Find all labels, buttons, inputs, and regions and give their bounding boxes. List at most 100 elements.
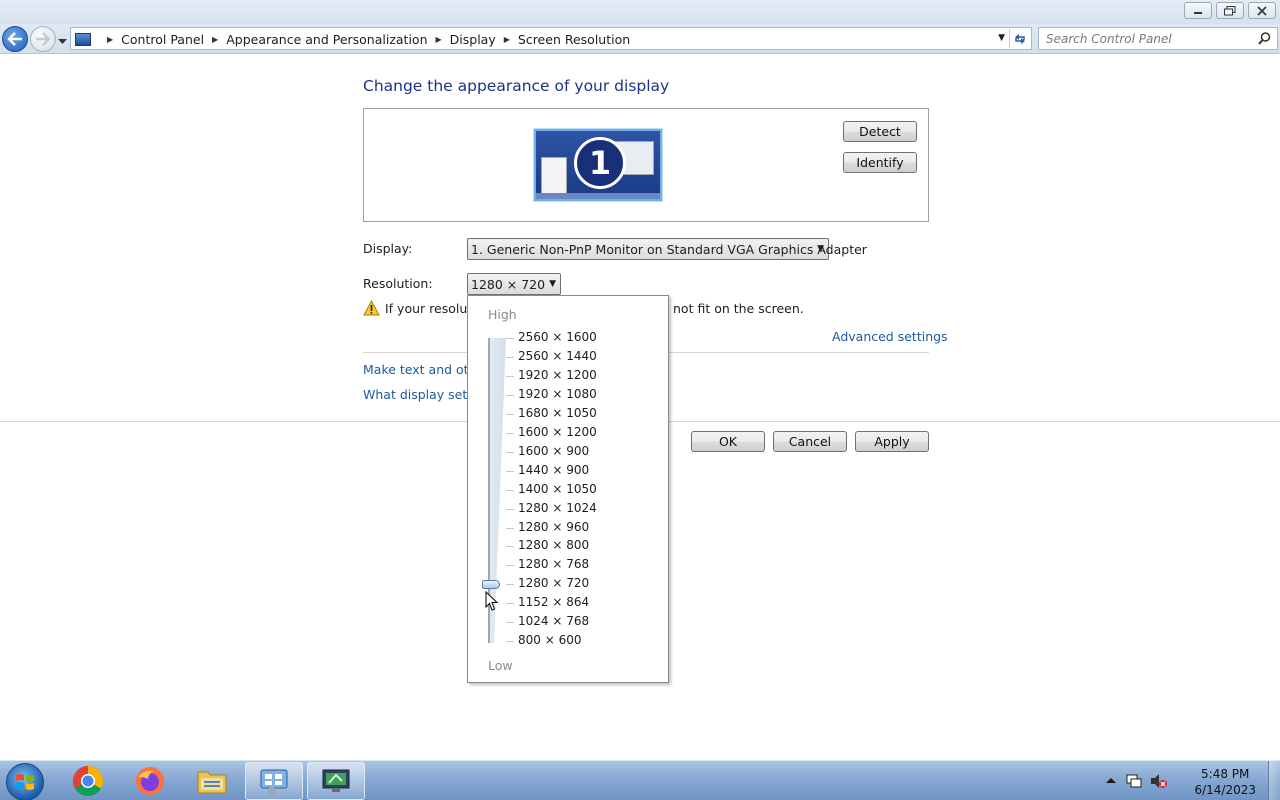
slider-tick [506,413,514,415]
monitor-number-badge: 1 [574,137,626,189]
slider-tick [506,338,514,339]
refresh-button[interactable] [1009,29,1029,48]
address-dropdown-icon[interactable]: ▼ [998,33,1005,43]
resolution-dropdown: High 2560 × 1600 2560 × 1440 1920 × 1200 19… [467,295,669,683]
detect-button[interactable]: Detect [843,121,917,142]
resolution-option[interactable]: 1680 × 1050 [518,406,597,420]
slider-tick [506,375,514,377]
window-title-bar [0,0,1280,24]
breadcrumb-separator-icon[interactable]: ▶ [212,35,218,44]
navigation-bar: ▶ Control Panel ▶ Appearance and Persona… [0,24,1280,54]
chrome-icon [72,766,104,797]
file-explorer-icon [197,771,227,794]
resolution-option[interactable]: 1920 × 1200 [518,368,597,382]
monitor-1-preview[interactable]: 1 [534,129,662,201]
control-panel-icon [75,32,91,46]
mouse-cursor-icon [485,591,499,611]
address-bar[interactable]: ▶ Control Panel ▶ Appearance and Persona… [70,27,1032,50]
resolution-option[interactable]: 1280 × 800 [518,538,589,552]
refresh-icon [1014,33,1025,44]
taskbar-clock[interactable]: 5:48 PM 6/14/2023 [1194,766,1256,798]
back-button[interactable] [2,26,28,52]
network-icon[interactable] [1126,773,1142,789]
breadcrumb-separator-icon[interactable]: ▶ [436,35,442,44]
advanced-settings-link[interactable]: Advanced settings [832,329,948,344]
breadcrumb: ▶ Control Panel ▶ Appearance and Persona… [75,31,630,47]
apply-button[interactable]: Apply [855,431,929,452]
resolution-option[interactable]: 1440 × 900 [518,463,589,477]
resolution-option[interactable]: 1600 × 900 [518,444,589,458]
window-controls [1184,2,1276,19]
breadcrumb-control-panel[interactable]: Control Panel [121,32,204,47]
clock-date: 6/14/2023 [1194,783,1256,797]
resolution-option[interactable]: 1280 × 720 [518,576,589,590]
show-hidden-icons-icon[interactable] [1106,777,1116,784]
close-button[interactable] [1248,2,1276,19]
display-settings-icon [322,769,350,792]
resolution-option[interactable]: 2560 × 1600 [518,330,597,344]
resolution-option[interactable]: 1024 × 768 [518,614,589,628]
resolution-option[interactable]: 1920 × 1080 [518,387,597,401]
resolution-option[interactable]: 1400 × 1050 [518,482,597,496]
breadcrumb-separator-icon[interactable]: ▶ [504,35,510,44]
cancel-button[interactable]: Cancel [773,431,847,452]
taskbar-file-explorer[interactable] [183,762,241,800]
slider-tick [506,451,514,453]
resolution-option[interactable]: 1280 × 768 [518,557,589,571]
resolution-option[interactable]: 800 × 600 [518,633,582,647]
breadcrumb-display[interactable]: Display [450,32,496,47]
search-icon[interactable] [1258,32,1271,45]
high-label: High [488,307,517,322]
search-box[interactable]: Search Control Panel [1038,27,1278,50]
warning-text-end: not fit on the screen. [673,301,804,316]
minimize-button[interactable] [1184,2,1212,19]
taskbar-control-panel[interactable] [245,762,303,800]
slider-tick [506,394,514,396]
slider-tick [506,356,514,358]
slider-tick [506,622,514,624]
show-desktop-button[interactable] [1268,761,1280,800]
taskbar-chrome[interactable] [59,762,117,800]
resolution-option[interactable]: 1280 × 960 [518,520,589,534]
forward-button[interactable] [30,26,56,52]
resolution-option[interactable]: 1280 × 1024 [518,501,597,515]
firefox-icon [136,767,164,795]
taskbar-firefox[interactable] [121,762,179,800]
slider-tick [506,470,514,472]
monitor-preview-panel: 1 Detect Identify [363,108,929,222]
search-placeholder: Search Control Panel [1046,32,1172,46]
slider-tick [506,603,514,605]
control-panel-icon [260,769,288,795]
identify-button[interactable]: Identify [843,152,917,173]
minimize-icon [1194,11,1202,14]
taskbar-display-settings[interactable] [307,762,365,800]
slider-tick [506,565,514,567]
resolution-option[interactable]: 1600 × 1200 [518,425,597,439]
chevron-down-icon: ▼ [549,279,556,289]
resolution-option[interactable]: 1152 × 864 [518,595,589,609]
restore-icon [1224,5,1236,15]
display-select[interactable]: 1. Generic Non-PnP Monitor on Standard V… [467,238,867,260]
recent-pages-button[interactable] [58,34,67,48]
slider-thumb[interactable] [482,580,500,590]
low-label: Low [488,658,513,673]
display-label: Display: [363,241,413,256]
warning-icon [363,300,380,316]
slider-tick [506,641,514,643]
breadcrumb-screen-resolution[interactable]: Screen Resolution [518,32,630,47]
breadcrumb-separator-icon[interactable]: ▶ [107,35,113,44]
restore-button[interactable] [1216,2,1244,19]
monitor-window-icon [541,157,567,195]
slider-tick [506,527,514,529]
slider-tick [506,489,514,491]
start-button[interactable] [6,763,44,800]
ok-button[interactable]: OK [691,431,765,452]
chevron-down-icon: ▼ [817,244,824,254]
volume-muted-icon[interactable] [1150,773,1168,789]
breadcrumb-appearance[interactable]: Appearance and Personalization [226,32,427,47]
resolution-option[interactable]: 2560 × 1440 [518,349,597,363]
slider-tick [506,432,514,434]
back-arrow-icon [7,32,22,46]
resolution-select[interactable]: 1280 × 720 ▼ [467,273,561,295]
slider-tick [506,546,514,548]
